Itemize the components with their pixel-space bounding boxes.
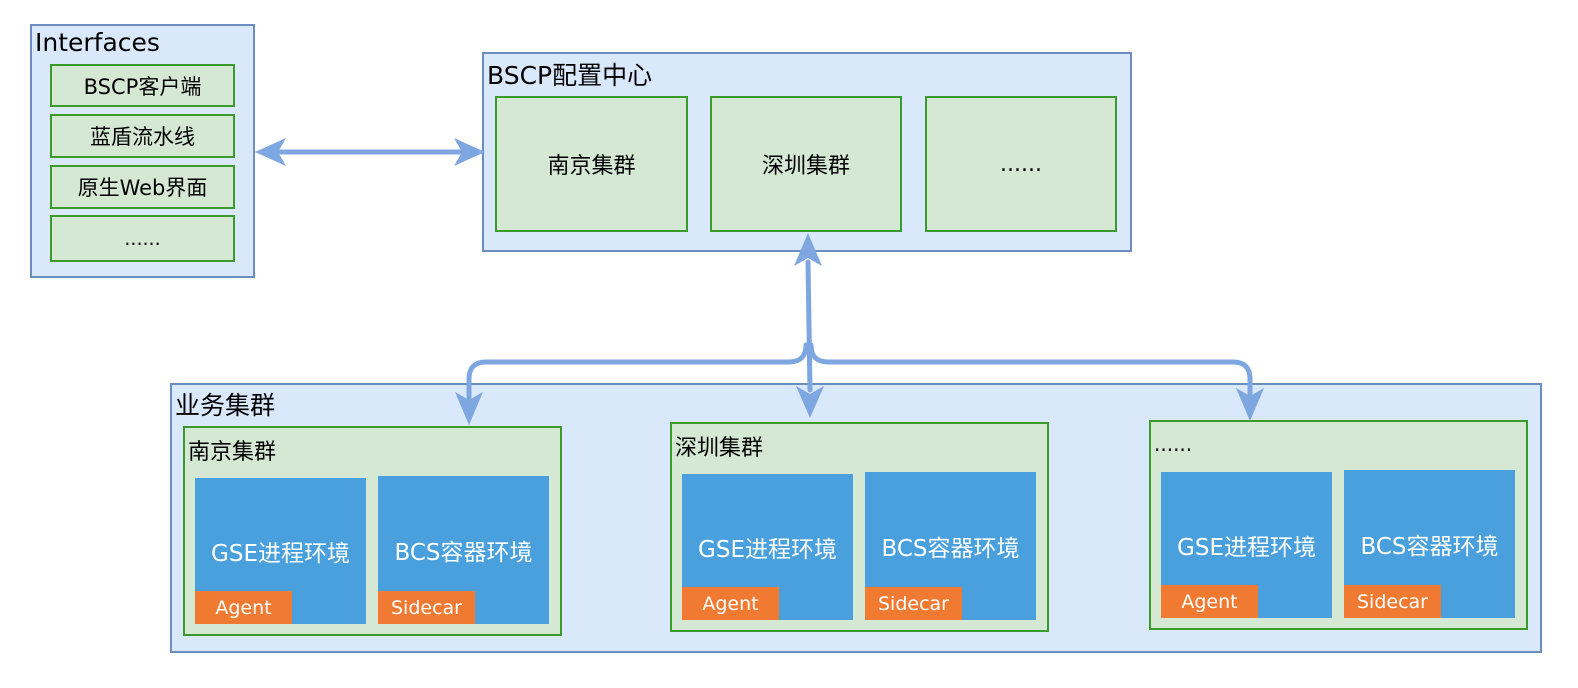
- agent-tag-shenzhen: Agent: [682, 587, 779, 620]
- interfaces-title: Interfaces: [35, 28, 160, 57]
- arrowhead-right-icon: [454, 138, 485, 166]
- interface-item-bscp-client: BSCP客户端: [50, 64, 235, 107]
- interface-item-more: ......: [50, 215, 235, 262]
- business-cluster-shenzhen-title: 深圳集群: [675, 436, 764, 461]
- sidecar-tag-nanjing: Sidecar: [378, 591, 475, 624]
- business-title: 业务集群: [175, 391, 276, 420]
- interface-item-pipeline: 蓝盾流水线: [50, 114, 235, 158]
- config-cluster-shenzhen: 深圳集群: [710, 96, 902, 232]
- agent-tag-nanjing: Agent: [195, 591, 292, 624]
- config-center-title: BSCP配置中心: [487, 61, 653, 90]
- sidecar-tag-shenzhen: Sidecar: [865, 587, 962, 620]
- config-cluster-nanjing: 南京集群: [495, 96, 688, 232]
- config-business-trunk: [805, 259, 813, 393]
- business-cluster-nanjing-title: 南京集群: [188, 440, 277, 465]
- agent-tag-more: Agent: [1161, 585, 1258, 618]
- business-cluster-more-title: ......: [1154, 432, 1193, 456]
- interface-item-web-ui: 原生Web界面: [50, 165, 235, 209]
- sidecar-tag-more: Sidecar: [1344, 585, 1441, 618]
- config-cluster-more: ......: [925, 96, 1117, 232]
- arrowhead-left-icon: [255, 138, 286, 166]
